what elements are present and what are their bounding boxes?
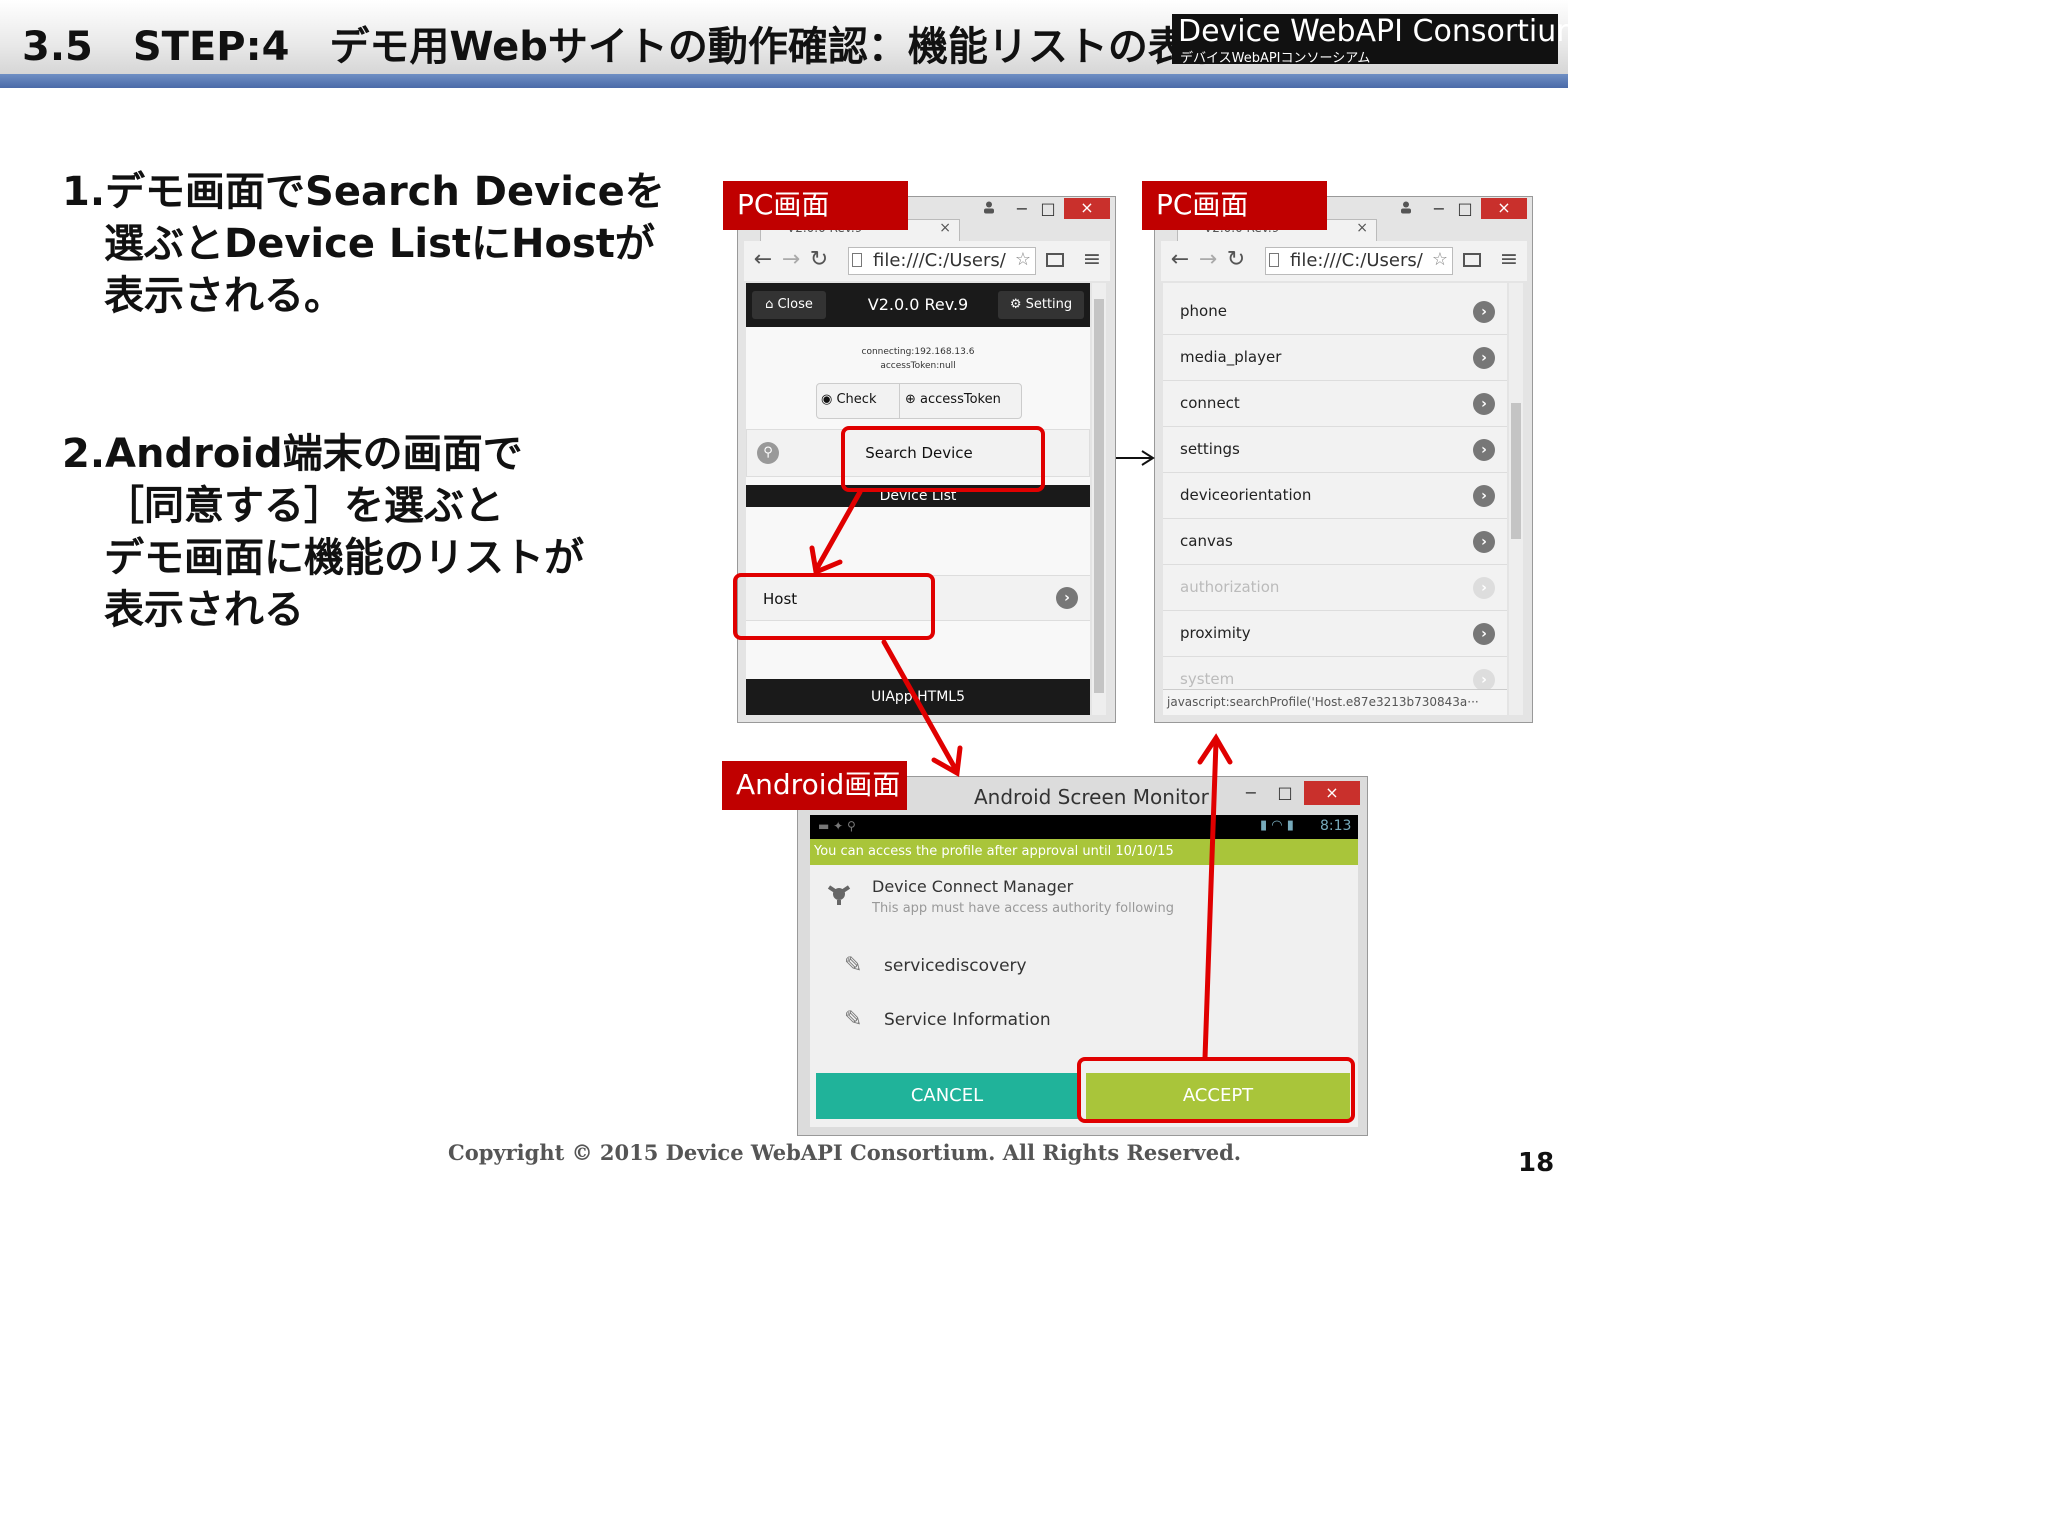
copyright: Copyright © 2015 Device WebAPI Consortiu… xyxy=(448,1140,1242,1165)
page-number: 18 xyxy=(1518,1148,1555,1178)
arrow-search-to-host xyxy=(813,489,863,573)
flow-arrows xyxy=(809,450,1233,1061)
arrow-host-to-android xyxy=(881,639,959,773)
arrow-accept-to-list xyxy=(1202,739,1219,1061)
